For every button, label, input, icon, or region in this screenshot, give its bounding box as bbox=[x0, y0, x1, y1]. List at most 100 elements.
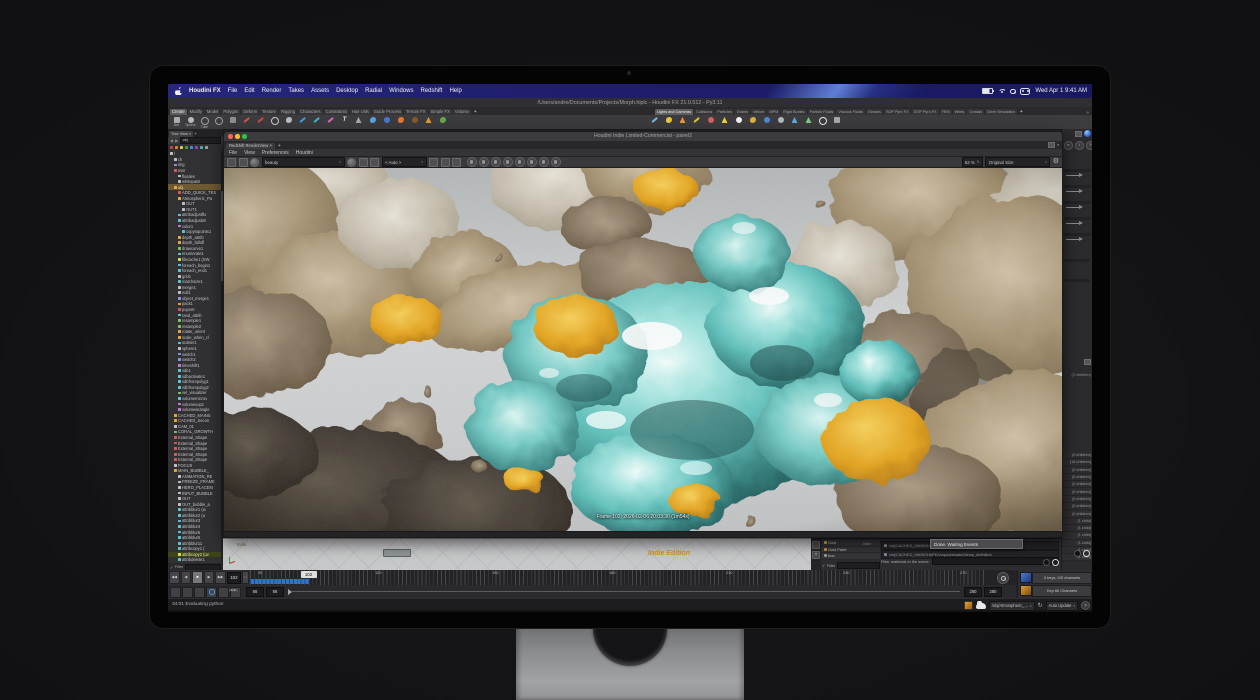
gear-icon[interactable]: ⚙ bbox=[1053, 158, 1059, 166]
flag-icon-3[interactable] bbox=[185, 146, 188, 149]
channel-scope-icon[interactable] bbox=[1020, 572, 1032, 583]
control-center-icon[interactable] bbox=[1020, 88, 1030, 95]
help-icon[interactable]: ? bbox=[1081, 601, 1090, 610]
range-slider-track[interactable] bbox=[292, 591, 960, 592]
tool-icon-14[interactable] bbox=[368, 116, 377, 129]
tool-icon-13[interactable] bbox=[354, 116, 363, 129]
tool-icon-12[interactable] bbox=[818, 116, 827, 129]
snapshot-icon[interactable] bbox=[239, 158, 248, 167]
white-sphere-icon[interactable] bbox=[1052, 559, 1059, 566]
refresh-icon[interactable]: ↻ bbox=[1038, 602, 1043, 610]
tool-icon-4[interactable] bbox=[706, 116, 715, 129]
wifi-icon[interactable] bbox=[998, 89, 1005, 94]
auto-mode-dropdown[interactable]: < Auto >▾ bbox=[382, 157, 427, 167]
back-icon[interactable]: ◀ bbox=[170, 138, 173, 143]
tool-icon-5[interactable] bbox=[720, 116, 729, 129]
tool-icon-2[interactable] bbox=[678, 116, 687, 129]
tool-icon-5[interactable] bbox=[242, 116, 251, 129]
menubar-item-render[interactable]: Render bbox=[262, 88, 282, 94]
pane-maximize-icon[interactable] bbox=[1048, 142, 1055, 148]
tool-box[interactable]: Box bbox=[172, 116, 181, 129]
flag-icon-7[interactable] bbox=[205, 146, 208, 149]
network-node[interactable] bbox=[383, 549, 411, 557]
global-end-field[interactable]: 280 bbox=[984, 587, 1002, 597]
pip-icon[interactable] bbox=[539, 157, 549, 167]
tool-icon-19[interactable] bbox=[438, 116, 447, 129]
flag-icon-0[interactable] bbox=[170, 146, 173, 149]
renderview-window[interactable]: Houdini Indie Limited-Commercial - panel… bbox=[223, 131, 1063, 538]
global-start-field[interactable]: 88 bbox=[246, 587, 264, 597]
timeline[interactable]: 90120150180210240270 102 bbox=[250, 570, 1015, 585]
renderview-menu-houdini[interactable]: Houdini bbox=[296, 150, 313, 156]
camera-icon[interactable] bbox=[347, 158, 356, 167]
radial-menu-icon[interactable] bbox=[1084, 130, 1091, 137]
tool-icon-6[interactable] bbox=[256, 116, 265, 129]
range-end-field[interactable]: 280 bbox=[964, 587, 982, 597]
timeline-zoom-icon[interactable] bbox=[997, 572, 1009, 584]
tool-icon-9[interactable] bbox=[776, 116, 785, 129]
stop-button[interactable]: ■ bbox=[192, 571, 203, 584]
zoom-level-field[interactable]: 62 %⇅ bbox=[962, 157, 983, 167]
folder-icon[interactable] bbox=[227, 158, 236, 167]
range-start-field[interactable]: 88 bbox=[266, 587, 284, 597]
pane-split-icon[interactable] bbox=[1084, 359, 1091, 365]
render-image[interactable]: Frame 102: 2026-02-06 20:03:30 (1m54s) bbox=[224, 168, 1062, 531]
flag-icon-1[interactable] bbox=[175, 146, 178, 149]
flag-icon-5[interactable] bbox=[195, 146, 198, 149]
cloud-icon[interactable] bbox=[976, 603, 986, 609]
frame-inc-button[interactable]: ∷ bbox=[242, 571, 249, 584]
menubar-item-desktop[interactable]: Desktop bbox=[336, 88, 358, 94]
tool-icon-8[interactable] bbox=[284, 116, 293, 129]
current-frame-field[interactable]: 102 bbox=[227, 572, 241, 584]
tool-icon-11[interactable] bbox=[326, 116, 335, 129]
tool-icon-7[interactable] bbox=[270, 116, 279, 129]
size-mode-dropdown[interactable]: Original Size▾ bbox=[985, 157, 1050, 167]
text-icon[interactable]: T bbox=[812, 551, 820, 559]
auto-update-dropdown[interactable]: Auto Update▾ bbox=[1046, 601, 1078, 611]
key-all-channels-button[interactable]: Key All Channels bbox=[1032, 585, 1092, 597]
tree-node-attribdelete1[interactable]: attribdelete1 bbox=[168, 557, 221, 563]
tool-icon-17[interactable] bbox=[410, 116, 419, 129]
tool-icon-7[interactable] bbox=[748, 116, 757, 129]
help-icon[interactable]: ? bbox=[1086, 141, 1092, 150]
grid-icon[interactable] bbox=[441, 158, 450, 167]
apple-logo-icon[interactable] bbox=[175, 87, 182, 95]
menubar-item-takes[interactable]: Takes bbox=[288, 88, 304, 94]
refresh-icon[interactable] bbox=[250, 158, 259, 167]
tool-sphere[interactable]: Sphere bbox=[186, 116, 195, 129]
tool-icon-6[interactable] bbox=[734, 116, 743, 129]
tool-icon-9[interactable] bbox=[298, 116, 307, 129]
audio-icon[interactable] bbox=[218, 587, 229, 598]
prev-frame-button[interactable]: ◀ bbox=[181, 571, 192, 584]
battery-icon[interactable] bbox=[982, 88, 993, 95]
tool-icon-3[interactable] bbox=[214, 116, 223, 129]
hive-icon[interactable] bbox=[964, 601, 973, 610]
target-icon[interactable] bbox=[503, 157, 513, 167]
search-icon[interactable] bbox=[1010, 89, 1015, 94]
play-button[interactable]: ▶ bbox=[204, 571, 215, 584]
black-sphere-icon[interactable] bbox=[1043, 559, 1050, 566]
scene-filter-input[interactable] bbox=[932, 557, 1059, 565]
key-icon[interactable] bbox=[1020, 585, 1032, 596]
current-frame-marker[interactable]: 102 bbox=[301, 571, 317, 578]
tool-icon-18[interactable] bbox=[424, 116, 433, 129]
black-color-swatch[interactable] bbox=[1074, 550, 1081, 557]
flag-icon-2[interactable] bbox=[180, 146, 183, 149]
export-icon[interactable] bbox=[194, 587, 205, 598]
zoom-fit-icon[interactable] bbox=[515, 157, 525, 167]
tool-icon-8[interactable] bbox=[762, 116, 771, 129]
forward-icon[interactable]: ▶ bbox=[175, 138, 178, 143]
tool-icon-3[interactable] bbox=[692, 116, 701, 129]
menubar-item-help[interactable]: Help bbox=[449, 88, 461, 94]
tool-icon-10[interactable] bbox=[312, 116, 321, 129]
material-preset-gold[interactable]: Gold bbox=[822, 540, 880, 547]
white-color-swatch[interactable] bbox=[1083, 550, 1090, 557]
region-icon[interactable] bbox=[491, 157, 501, 167]
copy-icon[interactable] bbox=[527, 157, 537, 167]
pane-menu-icon[interactable] bbox=[1075, 131, 1082, 137]
tool-icon-1[interactable] bbox=[664, 116, 673, 129]
tool-icon-16[interactable] bbox=[396, 116, 405, 129]
menubar-item-windows[interactable]: Windows bbox=[389, 88, 413, 94]
keys-status-button[interactable]: 0 keys, 0/0 channels bbox=[1032, 572, 1092, 584]
menubar-app-name[interactable]: Houdini FX bbox=[189, 88, 221, 94]
